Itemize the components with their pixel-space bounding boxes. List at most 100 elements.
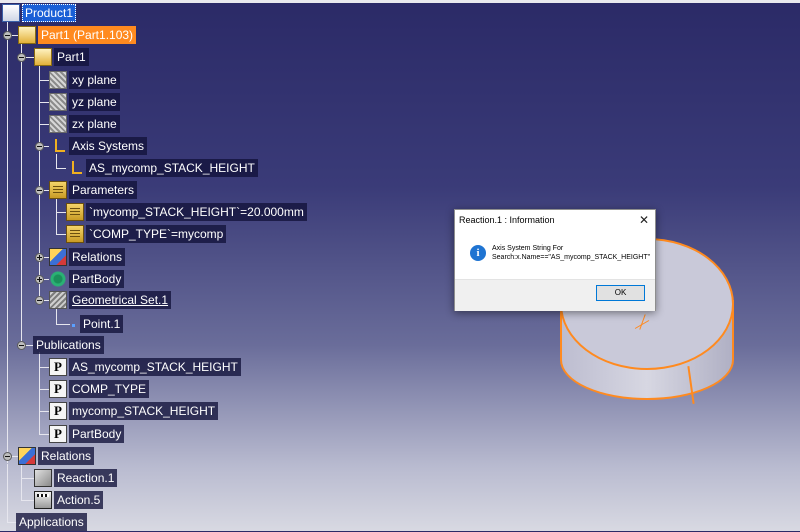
tree-item-geometrical-set[interactable]: Geometrical Set.1: [49, 290, 172, 310]
tree-item-label: zx plane: [69, 115, 120, 133]
tree-item-label: Part1: [54, 48, 89, 66]
3d-viewport[interactable]: Product1 Part1 (Part1.103) Part1 xy plan…: [0, 0, 800, 531]
information-dialog: Reaction.1 : Information ✕ i Axis System…: [454, 209, 656, 311]
collapse-node-part-instance[interactable]: [3, 31, 12, 40]
tree-item-publication[interactable]: P PartBody: [49, 424, 125, 444]
tree-item-label: Relations: [69, 248, 126, 266]
tree-line: [39, 352, 40, 434]
point-icon: [70, 315, 78, 333]
tree-item-label: AS_mycomp_STACK_HEIGHT: [86, 159, 258, 177]
tree-item-label: PartBody: [69, 270, 125, 288]
collapse-node-part[interactable]: [17, 53, 26, 62]
tree-item-yz-plane[interactable]: yz plane: [49, 92, 120, 112]
tree-item-zx-plane[interactable]: zx plane: [49, 114, 120, 134]
tree-line: [56, 198, 57, 234]
tree-item-label: mycomp_STACK_HEIGHT: [69, 402, 219, 420]
tree-item-label: Product1: [22, 4, 77, 22]
dialog-message-line: Axis System String For: [492, 245, 564, 252]
tree-item-label: Geometrical Set.1: [69, 291, 172, 309]
tree-item-label: `COMP_TYPE`=mycomp: [86, 225, 227, 243]
tree-item-label: PartBody: [69, 425, 125, 443]
tree-item-product[interactable]: Product1: [2, 3, 77, 23]
collapse-node-publications[interactable]: [17, 341, 26, 350]
axis-system-icon: [66, 159, 84, 177]
tree-line: [7, 18, 8, 463]
tree-item-relations[interactable]: Relations: [18, 446, 95, 466]
geometrical-set-icon: [49, 291, 67, 309]
tree-line: [21, 500, 35, 501]
tree-item-partbody[interactable]: PartBody: [49, 269, 125, 289]
tree-item-xy-plane[interactable]: xy plane: [49, 70, 120, 90]
viewport-top-edge: [0, 0, 800, 3]
tree-item-publication[interactable]: P COMP_TYPE: [49, 379, 150, 399]
tree-line: [7, 464, 8, 522]
plane-icon: [49, 71, 67, 89]
dialog-title: Reaction.1 : Information: [459, 215, 555, 225]
tree-line: [56, 168, 66, 169]
partbody-icon: [49, 270, 67, 288]
tree-line: [39, 80, 49, 81]
part-icon: [34, 48, 52, 66]
tree-line: [39, 102, 49, 103]
collapse-node-geometrical-set[interactable]: [35, 296, 44, 305]
collapse-node-axis-systems[interactable]: [35, 142, 44, 151]
plane-icon: [49, 93, 67, 111]
tree-item-axis-systems[interactable]: Axis Systems: [49, 136, 148, 156]
tree-item-part-instance[interactable]: Part1 (Part1.103): [18, 25, 137, 45]
tree-item-label: `mycomp_STACK_HEIGHT`=20.000mm: [86, 203, 307, 221]
tree-item-label: Relations: [38, 447, 95, 465]
tree-item-action[interactable]: Action.5: [34, 490, 104, 510]
tree-item-publication[interactable]: P mycomp_STACK_HEIGHT: [49, 401, 219, 421]
tree-item-label: COMP_TYPE: [69, 380, 150, 398]
tree-item-reaction[interactable]: Reaction.1: [34, 468, 118, 488]
tree-item-label: Axis Systems: [69, 137, 148, 155]
tree-item-axis-system[interactable]: AS_mycomp_STACK_HEIGHT: [66, 158, 258, 178]
tree-line: [39, 434, 49, 435]
tree-item-label: xy plane: [69, 71, 120, 89]
parameter-icon: [66, 203, 84, 221]
tree-item-parameter[interactable]: `mycomp_STACK_HEIGHT`=20.000mm: [66, 202, 307, 222]
dialog-message-line: Search:x.Name=="AS_mycomp_STACK_HEIGHT": [492, 254, 651, 261]
expand-node-partbody[interactable]: [35, 275, 44, 284]
tree-item-applications[interactable]: Applications: [16, 512, 87, 532]
tree-item-publications[interactable]: Publications: [33, 335, 104, 355]
part-axis-icon: [634, 314, 652, 332]
expand-node-relations[interactable]: [35, 253, 44, 262]
tree-item-label: AS_mycomp_STACK_HEIGHT: [69, 358, 241, 376]
info-icon: i: [470, 245, 486, 261]
tree-line: [56, 324, 70, 325]
close-icon[interactable]: ✕: [639, 213, 649, 227]
tree-line: [21, 478, 35, 479]
dialog-body: i Axis System String For Search:x.Name==…: [455, 231, 655, 279]
ok-button[interactable]: OK: [596, 285, 645, 301]
parameter-icon: [66, 225, 84, 243]
publication-icon: P: [49, 380, 67, 398]
tree-line: [39, 389, 49, 390]
tree-item-label: Reaction.1: [54, 469, 118, 487]
collapse-node-relations[interactable]: [3, 452, 12, 461]
tree-item-label: Action.5: [54, 491, 104, 509]
tree-line: [21, 464, 22, 500]
tree-item-part[interactable]: Part1: [34, 47, 89, 67]
relations-icon: [18, 447, 36, 465]
tree-line: [56, 234, 66, 235]
action-icon: [34, 491, 52, 509]
parameters-icon: [49, 181, 67, 199]
publication-icon: P: [49, 425, 67, 443]
tree-item-point[interactable]: Point.1: [70, 314, 124, 334]
collapse-node-parameters[interactable]: [35, 186, 44, 195]
tree-line: [39, 64, 40, 300]
tree-item-parameters[interactable]: Parameters: [49, 180, 138, 200]
relations-icon: [49, 248, 67, 266]
tree-item-label: Publications: [33, 336, 104, 354]
publication-icon: P: [49, 358, 67, 376]
tree-line: [39, 367, 49, 368]
tree-item-label: Part1 (Part1.103): [38, 26, 137, 44]
tree-line: [56, 308, 57, 324]
tree-line: [56, 212, 66, 213]
tree-item-publication[interactable]: P AS_mycomp_STACK_HEIGHT: [49, 357, 241, 377]
publication-icon: P: [49, 402, 67, 420]
tree-item-label: yz plane: [69, 93, 120, 111]
tree-item-parameter[interactable]: `COMP_TYPE`=mycomp: [66, 224, 227, 244]
tree-item-part-relations[interactable]: Relations: [49, 247, 126, 267]
